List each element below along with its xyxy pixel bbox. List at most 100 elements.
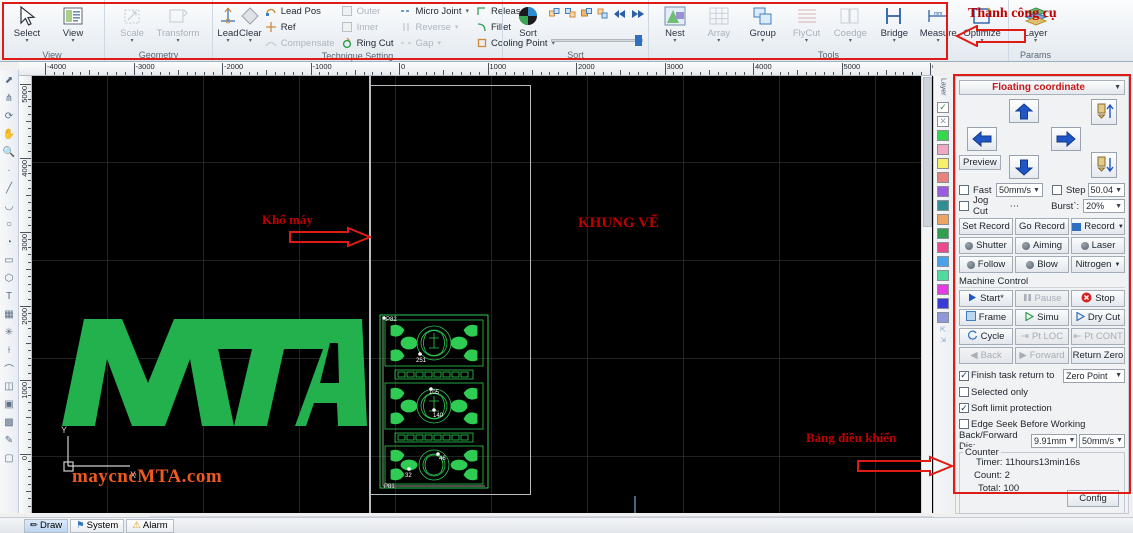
layer-color-swatch[interactable] — [937, 312, 949, 323]
group-button[interactable]: Group ▾ — [741, 2, 785, 44]
return-zero-button[interactable]: Return Zero — [1071, 347, 1125, 364]
tool-lasso-icon[interactable]: ⟳ — [1, 107, 18, 125]
pause-button[interactable]: Pause — [1015, 290, 1069, 307]
record-dropdown-button[interactable]: Record▼ — [1071, 218, 1125, 235]
tool-fill-icon[interactable]: ▩ — [1, 413, 18, 431]
ornate-panel-cut-design[interactable]: P82 251 105 140 46 32 P81 — [379, 314, 489, 489]
layer-color-swatch[interactable] — [937, 298, 949, 309]
drawing-canvas[interactable]: Y X maycncMTA.com — [32, 76, 933, 513]
blow-toggle-button[interactable]: Blow — [1015, 256, 1069, 273]
layer-color-swatch[interactable] — [937, 214, 949, 225]
z-axis-down-button[interactable] — [1091, 152, 1117, 178]
view-button[interactable]: View ▾ — [50, 2, 96, 44]
tool-circle-icon[interactable]: ○ — [1, 215, 18, 233]
tool-offset-icon[interactable]: ⌒ — [1, 359, 18, 377]
soft-limit-checkbox[interactable] — [959, 403, 969, 413]
tool-text-icon[interactable]: T — [1, 287, 18, 305]
tool-select-icon[interactable]: ⬈ — [1, 71, 18, 89]
follow-toggle-button[interactable]: Follow — [959, 256, 1013, 273]
back-button[interactable]: ◀ Back — [959, 347, 1013, 364]
jog-down-button[interactable] — [1009, 155, 1039, 179]
tool-image-icon[interactable]: ▦ — [1, 305, 18, 323]
bridge-button[interactable]: Bridge ▾ — [872, 2, 916, 44]
gap-chevron-down-icon[interactable]: ▾ — [438, 39, 442, 47]
sort-order-2-icon[interactable] — [565, 8, 577, 23]
jog-up-button[interactable] — [1009, 99, 1039, 123]
sort-order-4-icon[interactable] — [597, 8, 609, 23]
jog-cut-checkbox[interactable] — [959, 201, 969, 211]
sort-slider[interactable] — [551, 34, 643, 46]
stop-button[interactable]: Stop — [1071, 290, 1125, 307]
micro-joint-chevron-down-icon[interactable]: ▾ — [465, 7, 469, 15]
tool-pie-icon[interactable]: ◔ — [1, 233, 18, 251]
tool-star-icon[interactable]: ✳ — [1, 323, 18, 341]
outer-item[interactable]: Outer — [338, 3, 397, 19]
layer-color-swatch[interactable] — [937, 130, 949, 141]
nest-button[interactable]: Nest ▾ — [653, 2, 697, 44]
layer-color-swatch[interactable] — [937, 242, 949, 253]
canvas-vertical-scrollbar[interactable] — [921, 76, 932, 513]
tool-polygon-icon[interactable]: ⬡ — [1, 269, 18, 287]
frame-button[interactable]: Frame — [959, 309, 1013, 326]
layer-color-swatch[interactable] — [937, 172, 949, 183]
layer-color-swatch[interactable] — [937, 144, 949, 155]
pt-loc-button[interactable]: ⇥ Pt LOC — [1015, 328, 1069, 345]
jog-right-button[interactable] — [1051, 127, 1081, 151]
return-target-select[interactable]: Zero Point▼ — [1063, 369, 1125, 383]
sort-order-3-icon[interactable] — [581, 8, 593, 23]
vertical-ruler[interactable]: 500040003000200010000 — [19, 76, 32, 513]
horizontal-ruler[interactable]: -4000-3000-2000-100001000200030004000500… — [19, 62, 933, 76]
tool-rectangle-icon[interactable]: ▭ — [1, 251, 18, 269]
array-button[interactable]: Array ▾ — [697, 2, 741, 44]
layer-move-down-icon[interactable]: ⇲ — [940, 336, 946, 344]
compensate-item[interactable]: Compensate — [262, 35, 338, 51]
scale-button[interactable]: Scale ▾ — [109, 2, 155, 44]
lead-pos-item[interactable]: Lead Pos — [262, 3, 338, 19]
back-forward-speed-select[interactable]: 50mm/s▼ — [1079, 434, 1125, 448]
tab-system[interactable]: ⚑ System — [70, 519, 124, 533]
reverse-chevron-down-icon[interactable]: ▾ — [455, 23, 459, 31]
layer-hidden-cross-icon[interactable]: ✕ — [937, 116, 949, 127]
forward-button[interactable]: ▶ Forward — [1015, 347, 1069, 364]
layer-color-swatch[interactable] — [937, 270, 949, 281]
layer-color-swatch[interactable] — [937, 228, 949, 239]
pt-cont-button[interactable]: ⇤ Pt CONT — [1071, 328, 1125, 345]
set-record-button[interactable]: Set Record — [959, 218, 1013, 235]
selected-only-option[interactable]: Selected only — [959, 384, 1125, 400]
simu-button[interactable]: Simu — [1015, 309, 1069, 326]
z-axis-up-button[interactable] — [1091, 99, 1117, 125]
soft-limit-option[interactable]: Soft limit protection — [959, 400, 1125, 416]
lead-button[interactable]: Lead ▾ — [217, 2, 239, 44]
step-checkbox[interactable] — [1052, 185, 1062, 195]
coedge-button[interactable]: Coedge ▾ — [829, 2, 873, 44]
tool-mirror-icon[interactable]: ◫ — [1, 377, 18, 395]
nitrogen-select-button[interactable]: Nitrogen▼ — [1071, 256, 1125, 273]
edge-seek-checkbox[interactable] — [959, 419, 969, 429]
layer-move-up-icon[interactable]: ⇱ — [940, 326, 946, 334]
inner-item[interactable]: Inner — [338, 19, 397, 35]
measure-button[interactable]: mm Measure ▾ — [916, 2, 960, 44]
transform-button[interactable]: Transform ▾ — [155, 2, 201, 44]
sort-order-1-icon[interactable] — [549, 8, 561, 23]
vertical-scroll-thumb[interactable] — [923, 77, 932, 227]
micro-joint-item[interactable]: Micro Joint ▾ — [397, 3, 472, 19]
ring-cut-item[interactable]: Ring Cut — [338, 35, 397, 51]
clear-button[interactable]: Clear ▾ — [239, 2, 262, 44]
tool-arc-icon[interactable]: ◡ — [1, 197, 18, 215]
tool-wand-icon[interactable]: ✎ — [1, 431, 18, 449]
back-forward-dis-select[interactable]: 9.91mm▼ — [1031, 434, 1077, 448]
layer-color-swatch[interactable] — [937, 200, 949, 211]
tool-page-icon[interactable]: ▢ — [1, 449, 18, 467]
preview-button[interactable]: Preview — [959, 155, 1001, 170]
coordinate-mode-select[interactable]: Floating coordinate ▼ — [959, 80, 1125, 95]
start-button[interactable]: Start* — [959, 290, 1013, 307]
flycut-button[interactable]: FlyCut ▾ — [785, 2, 829, 44]
tool-point-icon[interactable]: · — [1, 161, 18, 179]
finish-task-return-checkbox[interactable] — [959, 371, 969, 381]
tool-align-icon[interactable]: ▣ — [1, 395, 18, 413]
cycle-button[interactable]: Cycle — [959, 328, 1013, 345]
ref-item[interactable]: Ref — [262, 19, 338, 35]
tool-line-icon[interactable]: ╱ — [1, 179, 18, 197]
laser-toggle-button[interactable]: Laser — [1071, 237, 1125, 254]
jog-cut-more-icon[interactable]: ⋯ — [1010, 201, 1020, 212]
